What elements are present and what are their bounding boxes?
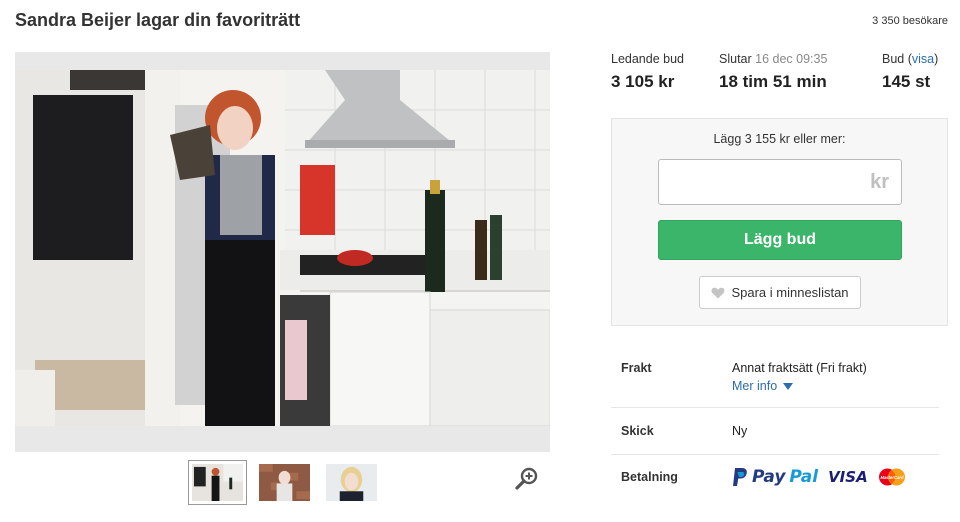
ends-date: 16 dec 09:35 bbox=[755, 52, 828, 66]
mastercard-logo: MasterCard bbox=[878, 468, 905, 486]
leading-bid-label: Ledande bud bbox=[611, 52, 684, 66]
thumbnail-image-1 bbox=[192, 464, 243, 501]
shipping-value: Annat fraktsätt (Fri frakt) bbox=[732, 361, 867, 375]
paypal-p-icon bbox=[733, 468, 747, 486]
leading-bid-value: 3 105 kr bbox=[611, 72, 675, 91]
kitchen-photo bbox=[15, 70, 550, 426]
bid-count: Bud (visa) 145 st bbox=[882, 52, 948, 92]
bids-label: Bud bbox=[882, 52, 905, 66]
mastercard-text: MasterCard bbox=[880, 475, 903, 480]
heart-icon bbox=[711, 287, 725, 298]
place-bid-button[interactable]: Lägg bud bbox=[658, 220, 902, 260]
thumbnail-image-3 bbox=[326, 464, 377, 501]
time-remaining: 18 tim 51 min bbox=[719, 72, 827, 91]
auction-end-label: Slutar 16 dec 09:35 bbox=[719, 52, 882, 66]
auction-stats: Ledande bud 3 105 kr Slutar 16 dec 09:35… bbox=[611, 52, 948, 92]
bid-count-value: 145 st bbox=[882, 72, 931, 91]
thumbnail-3[interactable] bbox=[322, 460, 381, 505]
ends-label: Slutar bbox=[719, 52, 752, 66]
show-bids-link[interactable]: visa bbox=[912, 52, 934, 66]
thumbnail-image-2 bbox=[259, 464, 310, 501]
save-to-watchlist-button[interactable]: Spara i minneslistan bbox=[699, 276, 861, 309]
bid-amount-input[interactable] bbox=[658, 159, 902, 205]
shipping-label: Frakt bbox=[621, 361, 652, 375]
bids-paren-close: ) bbox=[934, 52, 939, 66]
save-button-label: Spara i minneslistan bbox=[731, 285, 849, 300]
bid-panel: Lägg 3 155 kr eller mer: Lägg bud Spara … bbox=[611, 118, 948, 326]
more-info-label: Mer info bbox=[732, 379, 778, 393]
auction-end: Slutar 16 dec 09:35 18 tim 51 min bbox=[719, 52, 882, 92]
condition-value: Ny bbox=[732, 424, 748, 438]
payment-methods: Pay Pal VISA MasterCard bbox=[732, 467, 906, 487]
thumbnail-1[interactable] bbox=[188, 460, 247, 505]
minimum-bid-hint: Lägg 3 155 kr eller mer: bbox=[713, 132, 846, 146]
leading-bid: Ledande bud 3 105 kr bbox=[611, 52, 719, 92]
shipping-row: Frakt Annat fraktsätt (Fri frakt) Mer in… bbox=[611, 345, 939, 408]
visitor-count: 3 350 besökare bbox=[872, 15, 948, 27]
main-product-image[interactable] bbox=[15, 52, 550, 452]
paypal-pay: Pay bbox=[752, 467, 786, 487]
shipping-value-block: Annat fraktsätt (Fri frakt) Mer info bbox=[732, 361, 867, 393]
visa-logo: VISA bbox=[828, 468, 868, 486]
paypal-logo: Pay Pal bbox=[732, 467, 818, 487]
payment-label: Betalning bbox=[621, 470, 678, 484]
zoom-in-icon[interactable] bbox=[515, 466, 539, 490]
condition-row: Skick Ny bbox=[611, 408, 939, 455]
condition-label: Skick bbox=[621, 424, 654, 438]
paypal-pal: Pal bbox=[789, 467, 819, 487]
page-title: Sandra Beijer lagar din favoriträtt bbox=[15, 10, 301, 30]
item-details: Frakt Annat fraktsätt (Fri frakt) Mer in… bbox=[611, 345, 939, 505]
payment-row: Betalning Pay Pal VISA MasterCard bbox=[611, 455, 939, 505]
thumbnail-strip bbox=[188, 460, 381, 506]
caret-down-icon bbox=[783, 382, 794, 390]
bid-count-label: Bud (visa) bbox=[882, 52, 948, 66]
thumbnail-2[interactable] bbox=[255, 460, 314, 505]
more-info-link[interactable]: Mer info bbox=[732, 379, 867, 393]
